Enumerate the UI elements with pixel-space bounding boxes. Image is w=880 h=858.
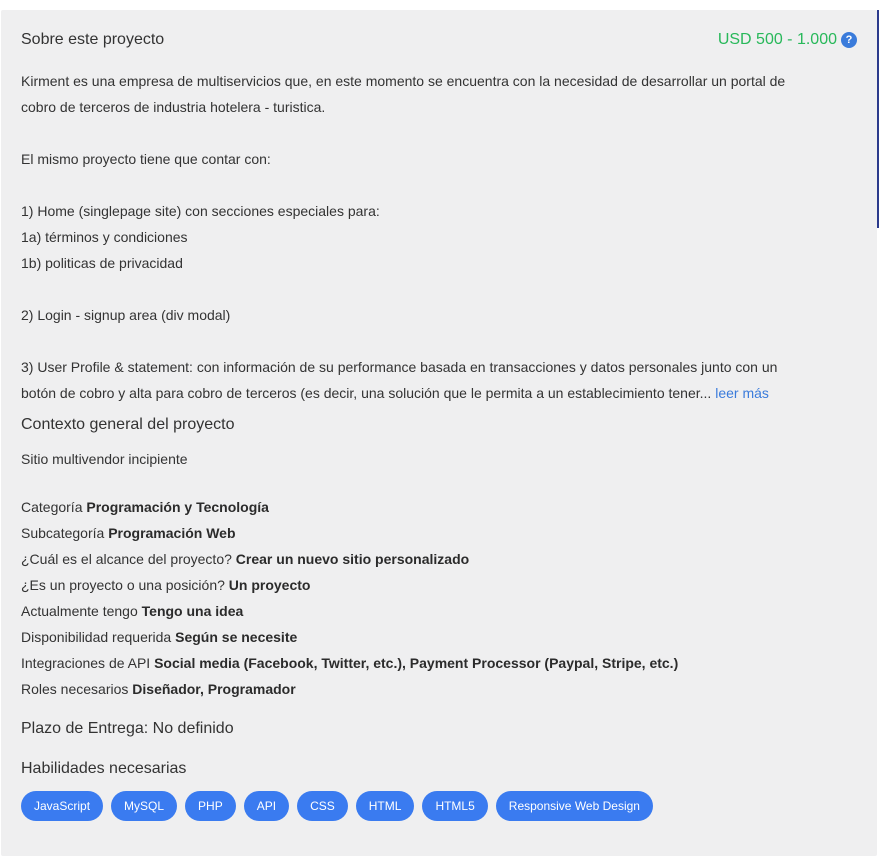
context-text: Sitio multivendor incipiente bbox=[21, 451, 188, 467]
description-line bbox=[21, 172, 857, 198]
detail-row: Disponibilidad requerida Según se necesi… bbox=[21, 624, 857, 650]
detail-label: Actualmente tengo bbox=[21, 603, 138, 619]
skill-chip[interactable]: API bbox=[243, 791, 290, 821]
description-last-line: botón de cobro y alta para cobro de terc… bbox=[21, 380, 857, 406]
detail-value: Diseñador, Programador bbox=[132, 681, 296, 697]
detail-value: Un proyecto bbox=[228, 577, 311, 593]
read-more-link[interactable]: leer más bbox=[715, 385, 769, 401]
detail-row: Subcategoría Programación Web bbox=[21, 520, 857, 546]
detail-row: Actualmente tengo Tengo una idea bbox=[21, 598, 857, 624]
skills-list: JavaScript MySQL PHP API CSS HTML HTML5 … bbox=[21, 791, 857, 821]
detail-row: ¿Es un proyecto o una posición? Un proye… bbox=[21, 572, 857, 598]
detail-value: Programación y Tecnología bbox=[86, 499, 269, 515]
detail-value: Crear un nuevo sitio personalizado bbox=[235, 551, 470, 567]
detail-row: Categoría Programación y Tecnología bbox=[21, 494, 857, 520]
description-line bbox=[21, 328, 857, 354]
skill-chip[interactable]: HTML bbox=[355, 791, 415, 821]
detail-label: Categoría bbox=[21, 499, 83, 515]
detail-label: ¿Es un proyecto o una posición? bbox=[21, 577, 225, 593]
description-line: 1a) términos y condiciones bbox=[21, 229, 188, 245]
detail-row: Roles necesarios Diseñador, Programador bbox=[21, 676, 857, 702]
description-line bbox=[21, 276, 857, 302]
description-line bbox=[21, 120, 857, 146]
description-line: Kirment es una empresa de multiservicios… bbox=[21, 73, 786, 89]
skill-chip[interactable]: HTML5 bbox=[422, 791, 488, 821]
detail-value: Programación Web bbox=[108, 525, 236, 541]
detail-label: Integraciones de API bbox=[21, 655, 151, 671]
section-title-about: Sobre este proyecto bbox=[21, 31, 165, 48]
description-line: cobro de terceros de industria hotelera … bbox=[21, 99, 326, 115]
project-description: Kirment es una empresa de multiservicios… bbox=[21, 68, 857, 406]
detail-label: Disponibilidad requerida bbox=[21, 629, 172, 645]
help-icon[interactable]: ? bbox=[841, 32, 857, 48]
budget-value: USD 500 - 1.000 bbox=[717, 31, 837, 48]
detail-row: ¿Cuál es el alcance del proyecto? Crear … bbox=[21, 546, 857, 572]
description-line: 1b) politicas de privacidad bbox=[21, 255, 183, 271]
skill-chip[interactable]: PHP bbox=[185, 791, 236, 821]
project-about-card: Sobre este proyecto USD 500 - 1.000 ? Ki… bbox=[1, 10, 877, 856]
card-header: Sobre este proyecto USD 500 - 1.000 ? bbox=[21, 26, 857, 54]
skill-chip[interactable]: Responsive Web Design bbox=[495, 791, 653, 821]
budget: USD 500 - 1.000 ? bbox=[718, 31, 857, 49]
detail-label: Subcategoría bbox=[21, 525, 105, 541]
description-line: 3) User Profile & statement: con informa… bbox=[21, 359, 778, 375]
description-line: El mismo proyecto tiene que contar con: bbox=[21, 151, 271, 167]
skill-chip[interactable]: JavaScript bbox=[21, 791, 104, 821]
section-title-skills: Habilidades necesarias bbox=[21, 760, 187, 777]
project-details: Categoría Programación y Tecnología Subc… bbox=[21, 494, 857, 702]
skill-chip[interactable]: CSS bbox=[297, 791, 348, 821]
detail-value: Según se necesite bbox=[175, 629, 298, 645]
section-title-context: Contexto general del proyecto bbox=[21, 416, 235, 433]
description-line: 2) Login - signup area (div modal) bbox=[21, 307, 231, 323]
description-line: botón de cobro y alta para cobro de terc… bbox=[21, 385, 712, 401]
detail-label: ¿Cuál es el alcance del proyecto? bbox=[21, 551, 232, 567]
detail-row: Integraciones de API Social media (Faceb… bbox=[21, 650, 857, 676]
skill-chip[interactable]: MySQL bbox=[111, 791, 178, 821]
detail-label: Roles necesarios bbox=[21, 681, 129, 697]
scroll-indicator bbox=[877, 10, 879, 228]
deadline: Plazo de Entrega: No definido bbox=[21, 720, 234, 737]
detail-value: Social media (Facebook, Twitter, etc.), … bbox=[154, 655, 679, 671]
detail-value: Tengo una idea bbox=[141, 603, 244, 619]
description-line: 1) Home (singlepage site) con secciones … bbox=[21, 203, 380, 219]
